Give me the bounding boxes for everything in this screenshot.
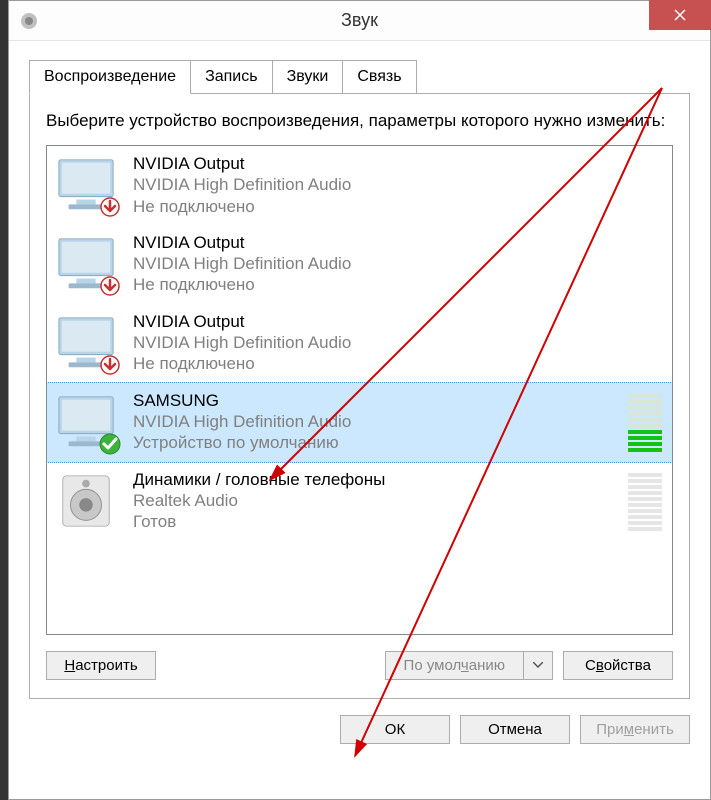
device-status: Не подключено — [133, 196, 662, 217]
device-status: Не подключено — [133, 274, 662, 295]
dialog-footer: ОК Отмена Применить — [9, 699, 710, 760]
panel-button-row: Настроить По умолчанию Свойства — [46, 651, 673, 680]
device-status: Не подключено — [133, 353, 662, 374]
device-list[interactable]: NVIDIA OutputNVIDIA High Definition Audi… — [46, 145, 673, 635]
device-driver: Realtek Audio — [133, 490, 618, 511]
device-text: Динамики / головные телефоныRealtek Audi… — [133, 470, 618, 533]
apply-button[interactable]: Применить — [580, 715, 690, 744]
device-status: Готов — [133, 511, 618, 532]
disconnected-badge-icon — [99, 275, 121, 297]
tab-record[interactable]: Запись — [190, 60, 273, 94]
check-badge-icon — [99, 433, 121, 455]
device-text: NVIDIA OutputNVIDIA High Definition Audi… — [133, 154, 662, 217]
device-item-1[interactable]: NVIDIA OutputNVIDIA High Definition Audi… — [47, 225, 672, 304]
device-name: NVIDIA Output — [133, 233, 662, 253]
device-driver: NVIDIA High Definition Audio — [133, 332, 662, 353]
disconnected-badge-icon — [99, 196, 121, 218]
tab-comm[interactable]: Связь — [342, 60, 416, 94]
device-driver: NVIDIA High Definition Audio — [133, 411, 618, 432]
ok-button[interactable]: ОК — [340, 715, 450, 744]
monitor-icon — [55, 312, 117, 374]
window-title: Звук — [341, 10, 378, 31]
set-default-button[interactable]: По умолчанию — [385, 651, 553, 680]
close-button[interactable] — [649, 0, 711, 30]
titlebar[interactable]: Звук — [9, 1, 710, 41]
tab-playback[interactable]: Воспроизведение — [29, 60, 191, 94]
device-item-0[interactable]: NVIDIA OutputNVIDIA High Definition Audi… — [47, 146, 672, 225]
monitor-icon — [55, 154, 117, 216]
monitor-icon — [55, 391, 117, 453]
default-label-u: ч — [461, 657, 469, 674]
sound-dialog: Звук Воспроизведение Запись Звуки Связь … — [8, 0, 711, 800]
device-driver: NVIDIA High Definition Audio — [133, 174, 662, 195]
device-item-4[interactable]: Динамики / головные телефоныRealtek Audi… — [47, 462, 672, 541]
device-driver: NVIDIA High Definition Audio — [133, 253, 662, 274]
device-status: Устройство по умолчанию — [133, 432, 618, 453]
monitor-icon — [55, 233, 117, 295]
device-text: NVIDIA OutputNVIDIA High Definition Audi… — [133, 233, 662, 296]
tab-strip: Воспроизведение Запись Звуки Связь — [29, 59, 690, 93]
cancel-button[interactable]: Отмена — [460, 715, 570, 744]
device-name: NVIDIA Output — [133, 154, 662, 174]
content-area: Воспроизведение Запись Звуки Связь Выбер… — [9, 41, 710, 699]
disconnected-badge-icon — [99, 354, 121, 376]
device-text: SAMSUNGNVIDIA High Definition AudioУстро… — [133, 391, 618, 454]
properties-button[interactable]: Свойства — [563, 651, 673, 680]
device-name: SAMSUNG — [133, 391, 618, 411]
speaker-icon — [55, 470, 117, 532]
device-item-3[interactable]: SAMSUNGNVIDIA High Definition AudioУстро… — [46, 382, 673, 463]
default-label-post: анию — [469, 657, 505, 674]
device-name: NVIDIA Output — [133, 312, 662, 332]
tab-sounds[interactable]: Звуки — [272, 60, 344, 94]
device-name: Динамики / головные телефоны — [133, 470, 618, 490]
tab-panel-playback: Выберите устройство воспроизведения, пар… — [29, 93, 690, 699]
chevron-down-icon[interactable] — [524, 652, 552, 679]
level-meter — [628, 471, 662, 531]
level-meter — [628, 392, 662, 452]
app-icon — [19, 11, 39, 31]
device-text: NVIDIA OutputNVIDIA High Definition Audi… — [133, 312, 662, 375]
device-item-2[interactable]: NVIDIA OutputNVIDIA High Definition Audi… — [47, 304, 672, 383]
instruction-text: Выберите устройство воспроизведения, пар… — [46, 110, 673, 133]
default-label-pre: По умол — [404, 657, 461, 674]
configure-button[interactable]: Настроить — [46, 651, 156, 680]
